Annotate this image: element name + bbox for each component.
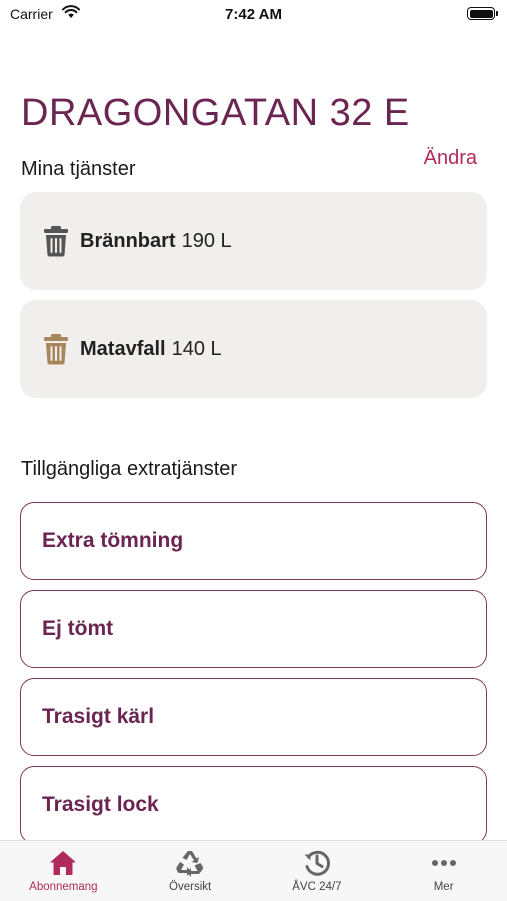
extra-emptying-button[interactable]: Extra tömning [20, 502, 487, 580]
extra-services-heading: Tillgängliga extratjänster [21, 458, 238, 480]
home-icon [50, 851, 76, 875]
clock: 7:42 AM [225, 6, 282, 23]
recycle-icon [176, 851, 204, 877]
not-emptied-button[interactable]: Ej tömt [20, 590, 487, 668]
more-icon [431, 860, 456, 866]
broken-bin-button[interactable]: Trasigt kärl [20, 678, 487, 756]
battery-icon [467, 7, 498, 20]
tab-label: Översikt [169, 881, 212, 893]
trash-bin-icon [44, 226, 68, 257]
button-label: Trasigt kärl [42, 705, 155, 728]
tab-mer[interactable]: Mer [380, 841, 507, 901]
button-label: Extra tömning [42, 529, 184, 552]
service-size: 140 L [171, 337, 222, 360]
my-services-heading: Mina tjänster [21, 158, 136, 180]
button-label: Ej tömt [42, 617, 114, 640]
status-bar: Carrier 7:42 AM [0, 0, 507, 30]
tab-label: ÅVC 24/7 [292, 881, 342, 893]
service-card-matavfall[interactable]: Matavfall 140 L [20, 300, 487, 398]
service-card-brannbart[interactable]: Brännbart 190 L [20, 192, 487, 290]
tab-abonnemang[interactable]: Abonnemang [0, 841, 127, 901]
service-name: Matavfall [80, 337, 166, 360]
tab-avc[interactable]: ÅVC 24/7 [254, 841, 381, 901]
service-size: 190 L [181, 229, 232, 252]
edit-services-link[interactable]: Ändra [424, 147, 477, 170]
trash-bin-icon [44, 334, 68, 365]
tab-label: Mer [433, 881, 454, 893]
tab-oversikt[interactable]: Översikt [127, 841, 254, 901]
service-name: Brännbart [80, 229, 176, 252]
broken-lid-button[interactable]: Trasigt lock [20, 766, 487, 844]
page-title: DRAGONGATAN 32 E [21, 92, 410, 134]
tab-label: Abonnemang [29, 881, 98, 893]
button-label: Trasigt lock [42, 793, 159, 816]
tab-bar: Abonnemang Översikt ÅVC 24/7 Mer [0, 840, 507, 901]
clock-history-icon [304, 850, 330, 876]
